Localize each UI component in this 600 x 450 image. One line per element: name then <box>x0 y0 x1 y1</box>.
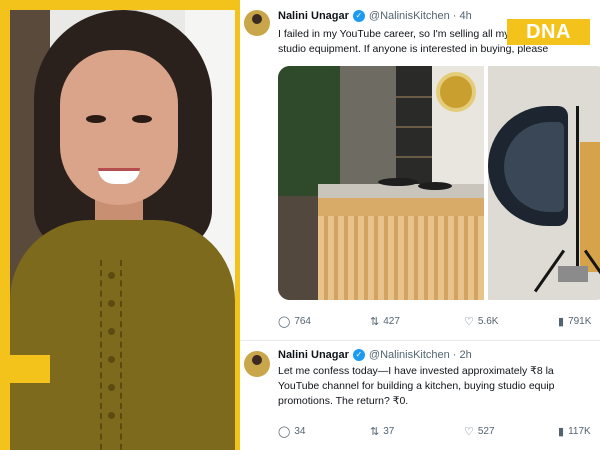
tweet-header: Nalini Unagar ✓ @NalinisKitchen · 4h <box>278 10 472 22</box>
author-handle[interactable]: @NalinisKitchen <box>369 10 450 22</box>
timestamp[interactable]: 4h <box>459 10 471 22</box>
tweet-text-line: promotions. The return? ₹0. <box>278 395 409 407</box>
reply-button[interactable]: ◯ 764 <box>278 315 370 328</box>
reply-count: 34 <box>294 426 306 437</box>
tweet-actions: ◯ 764 ⇅ 427 ♡ 5.6K ▮ 791K <box>278 315 600 328</box>
studio-equipment-photo[interactable] <box>488 66 600 300</box>
tweet-text-line: Let me confess today—I have invested app… <box>278 365 554 377</box>
woman-photo <box>10 10 235 450</box>
views-icon: ▮ <box>558 316 565 328</box>
views-icon: ▮ <box>558 426 565 438</box>
reply-icon: ◯ <box>278 316 291 328</box>
reply-count: 764 <box>294 316 311 327</box>
reply-button[interactable]: ◯ 34 <box>278 425 370 438</box>
frame-accent <box>10 355 50 383</box>
avatar[interactable] <box>244 10 270 36</box>
timestamp[interactable]: 2h <box>459 349 471 361</box>
verified-badge-icon: ✓ <box>352 349 365 361</box>
dna-logo: DNA <box>507 19 590 45</box>
views-count: 117K <box>568 426 591 437</box>
like-button[interactable]: ♡ 5.6K <box>464 315 558 328</box>
tweet-card[interactable]: Nalini Unagar ✓ @NalinisKitchen · 2h Let… <box>240 340 600 450</box>
heart-icon: ♡ <box>464 316 474 328</box>
clock-icon <box>436 72 476 112</box>
avatar[interactable] <box>244 351 270 377</box>
repost-count: 427 <box>383 316 400 327</box>
tweet-media[interactable] <box>278 66 600 300</box>
verified-badge-icon: ✓ <box>352 10 365 22</box>
tweet-text: Let me confess today—I have invested app… <box>278 364 600 409</box>
repost-icon: ⇅ <box>370 426 380 438</box>
photo-panel <box>0 0 240 450</box>
tweet-card[interactable]: Nalini Unagar ✓ @NalinisKitchen · 4h I f… <box>240 0 600 340</box>
author-name[interactable]: Nalini Unagar <box>278 10 349 22</box>
author-handle[interactable]: @NalinisKitchen <box>369 349 450 361</box>
like-button[interactable]: ♡ 527 <box>464 425 558 438</box>
repost-icon: ⇅ <box>370 316 380 328</box>
logo-text: DNA <box>526 20 571 43</box>
views-count: 791K <box>568 316 592 327</box>
views-button[interactable]: ▮ 117K <box>558 425 600 438</box>
like-count: 527 <box>477 426 495 437</box>
repost-button[interactable]: ⇅ 37 <box>370 425 464 438</box>
reply-icon: ◯ <box>278 426 291 438</box>
like-count: 5.6K <box>477 316 499 327</box>
heart-icon: ♡ <box>464 426 474 438</box>
views-button[interactable]: ▮ 791K <box>558 315 600 328</box>
repost-button[interactable]: ⇅ 427 <box>370 315 464 328</box>
separator: · <box>452 10 457 22</box>
tweet-feed: Nalini Unagar ✓ @NalinisKitchen · 4h I f… <box>240 0 600 450</box>
tweet-actions: ◯ 34 ⇅ 37 ♡ 527 ▮ 117K <box>278 425 600 438</box>
author-name[interactable]: Nalini Unagar <box>278 349 349 361</box>
repost-count: 37 <box>383 426 395 437</box>
kitchen-photo[interactable] <box>278 66 484 300</box>
tweet-header: Nalini Unagar ✓ @NalinisKitchen · 2h <box>278 349 472 361</box>
tweet-text-line: YouTube channel for building a kitchen, … <box>278 380 555 392</box>
separator: · <box>452 349 457 361</box>
